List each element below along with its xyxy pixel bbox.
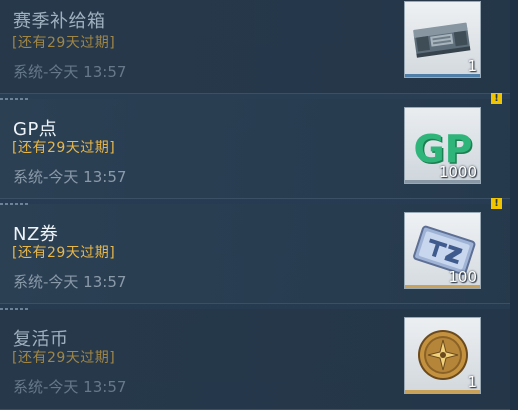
attachment-quantity: 1	[467, 373, 477, 391]
mail-expiry: [还有29天过期]	[12, 245, 116, 261]
divider-accent	[0, 203, 30, 205]
attachment-quantity: 1000	[438, 163, 477, 181]
mail-item-gp-points[interactable]: GP点 [还有29天过期] 系统-今天 13:57 GP GP 1000 !	[0, 93, 510, 199]
scroll-gutter	[510, 0, 518, 410]
attachment-quantity: 1	[467, 57, 477, 75]
divider-accent	[0, 98, 30, 100]
mail-item-revive-coin[interactable]: 复活币 [还有29天过期] 系统-今天 13:57 1	[0, 308, 510, 410]
mail-expiry: [还有29天过期]	[12, 350, 116, 366]
mail-item-nz-voucher[interactable]: NZ券 [还有29天过期] 系统-今天 13:57 100 !	[0, 198, 510, 304]
mail-sender-time: 系统-今天 13:57	[13, 63, 127, 81]
attachment-slot[interactable]: 100	[404, 212, 481, 289]
divider-accent	[0, 308, 30, 310]
unread-badge: !	[491, 198, 502, 209]
unread-badge: !	[491, 93, 502, 104]
mail-sender-time: 系统-今天 13:57	[13, 273, 127, 291]
mail-expiry: [还有29天过期]	[12, 35, 116, 51]
attachment-slot[interactable]: 1	[404, 317, 481, 394]
mail-title: 赛季补给箱	[13, 11, 106, 32]
mail-item-supply-crate[interactable]: 赛季补给箱 [还有29天过期] 系统-今天 13:57 1	[0, 0, 510, 94]
mail-list: 赛季补给箱 [还有29天过期] 系统-今天 13:57 1 GP点 [还有29天…	[0, 0, 518, 410]
mail-expiry: [还有29天过期]	[12, 140, 116, 156]
attachment-quantity: 100	[448, 268, 477, 286]
attachment-slot[interactable]: 1	[404, 1, 481, 78]
attachment-slot[interactable]: GP GP 1000	[404, 107, 481, 184]
mail-sender-time: 系统-今天 13:57	[13, 168, 127, 186]
mail-sender-time: 系统-今天 13:57	[13, 378, 127, 396]
